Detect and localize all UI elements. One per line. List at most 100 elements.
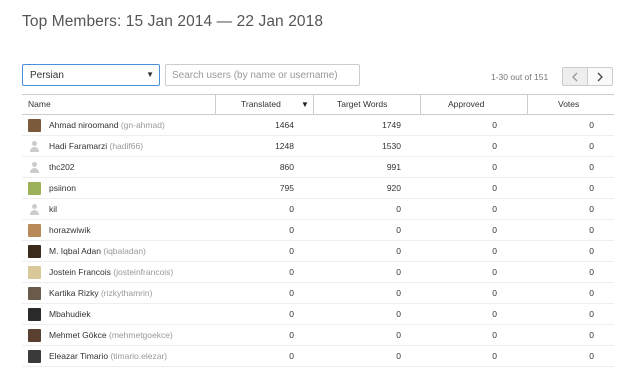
member-name[interactable]: kil — [49, 204, 57, 214]
member-name[interactable]: Mbahudiek — [49, 309, 91, 319]
votes-cell: 0 — [589, 246, 594, 256]
avatar-placeholder-icon — [28, 140, 41, 153]
member-name-cell[interactable]: thc202 — [49, 157, 75, 178]
votes-cell: 0 — [589, 162, 594, 172]
member-name[interactable]: Mehmet Gökce — [49, 330, 107, 340]
approved-cell: 0 — [492, 246, 497, 256]
chevron-right-icon — [597, 72, 603, 81]
member-name[interactable]: M. Iqbal Adan — [49, 246, 101, 256]
member-name-cell[interactable]: Hadi Faramarzi (hadif66) — [49, 136, 143, 157]
column-header-name[interactable]: Name — [28, 95, 51, 114]
avatar — [28, 350, 41, 363]
member-name-cell[interactable]: Eleazar Timario (timario.elezar) — [49, 346, 167, 367]
avatar-placeholder-icon — [28, 203, 41, 216]
member-name-cell[interactable]: Ahmad niroomand (gn-ahmad) — [49, 115, 165, 136]
approved-cell: 0 — [492, 120, 497, 130]
approved-cell: 0 — [492, 309, 497, 319]
member-name-cell[interactable]: Mehmet Gökce (mehmetgoekce) — [49, 325, 173, 346]
target-words-cell: 0 — [396, 351, 401, 361]
member-name-cell[interactable]: Jostein Francois (josteinfrancois) — [49, 262, 173, 283]
previous-page-button[interactable] — [562, 67, 588, 86]
member-name-cell[interactable]: M. Iqbal Adan (iqbaladan) — [49, 241, 146, 262]
member-name-cell[interactable]: psiinon — [49, 178, 76, 199]
translated-cell: 795 — [279, 183, 294, 193]
table-row[interactable]: Kartika Rizky (rizkythamrin) 0 0 0 0 — [22, 283, 614, 304]
approved-cell: 0 — [492, 288, 497, 298]
table-row[interactable]: kil 0 0 0 0 — [22, 199, 614, 220]
translated-cell: 1464 — [275, 120, 294, 130]
table-row[interactable]: Eleazar Timario (timario.elezar) 0 0 0 0 — [22, 346, 614, 367]
member-username: (gn-ahmad) — [120, 120, 165, 130]
votes-cell: 0 — [589, 204, 594, 214]
column-header-target-words[interactable]: Target Words — [337, 95, 387, 114]
table-row[interactable]: Hadi Faramarzi (hadif66) 1248 1530 0 0 — [22, 136, 614, 157]
approved-cell: 0 — [492, 225, 497, 235]
translated-cell: 0 — [289, 351, 294, 361]
translated-cell: 0 — [289, 288, 294, 298]
target-words-cell: 1749 — [382, 120, 401, 130]
member-name-cell[interactable]: kil — [49, 199, 57, 220]
translated-cell: 1248 — [275, 141, 294, 151]
table-row[interactable]: M. Iqbal Adan (iqbaladan) 0 0 0 0 — [22, 241, 614, 262]
votes-cell: 0 — [589, 225, 594, 235]
member-username: (iqbaladan) — [103, 246, 146, 256]
member-name-cell[interactable]: Kartika Rizky (rizkythamrin) — [49, 283, 152, 304]
column-header-approved[interactable]: Approved — [448, 95, 484, 114]
column-header-translated[interactable]: Translated — [241, 95, 281, 114]
member-name[interactable]: thc202 — [49, 162, 75, 172]
votes-cell: 0 — [589, 330, 594, 340]
translated-cell: 0 — [289, 204, 294, 214]
member-name[interactable]: horazwiwik — [49, 225, 91, 235]
next-page-button[interactable] — [587, 67, 613, 86]
target-words-cell: 0 — [396, 204, 401, 214]
table-row[interactable]: Mehmet Gökce (mehmetgoekce) 0 0 0 0 — [22, 325, 614, 346]
language-select[interactable]: Persian ▼ — [22, 64, 160, 86]
table-body: Ahmad niroomand (gn-ahmad) 1464 1749 0 0 Hadi… — [22, 115, 614, 367]
translated-cell: 0 — [289, 330, 294, 340]
search-users-input[interactable] — [165, 64, 360, 86]
target-words-cell: 920 — [386, 183, 401, 193]
votes-cell: 0 — [589, 141, 594, 151]
target-words-cell: 0 — [396, 330, 401, 340]
avatar — [28, 266, 41, 279]
avatar — [28, 287, 41, 300]
table-header: Name Translated ▼ Target Words Approved … — [22, 94, 614, 115]
avatar — [28, 119, 41, 132]
member-name[interactable]: psiinon — [49, 183, 76, 193]
members-table: Name Translated ▼ Target Words Approved … — [22, 94, 614, 367]
target-words-cell: 991 — [386, 162, 401, 172]
table-row[interactable]: Mbahudiek 0 0 0 0 — [22, 304, 614, 325]
avatar — [28, 245, 41, 258]
page-title: Top Members: 15 Jan 2014 — 22 Jan 2018 — [22, 13, 324, 30]
approved-cell: 0 — [492, 330, 497, 340]
member-name[interactable]: Eleazar Timario — [49, 351, 108, 361]
avatar — [28, 329, 41, 342]
pagination-summary: 1-30 out of 151 — [491, 72, 549, 82]
member-name-cell[interactable]: horazwiwik — [49, 220, 91, 241]
avatar-placeholder-icon — [28, 161, 41, 174]
avatar — [28, 182, 41, 195]
target-words-cell: 0 — [396, 267, 401, 277]
language-select-value: Persian — [30, 70, 64, 81]
table-row[interactable]: Ahmad niroomand (gn-ahmad) 1464 1749 0 0 — [22, 115, 614, 136]
member-name[interactable]: Kartika Rizky — [49, 288, 99, 298]
avatar — [28, 224, 41, 237]
member-name[interactable]: Jostein Francois — [49, 267, 111, 277]
approved-cell: 0 — [492, 141, 497, 151]
member-name[interactable]: Hadi Faramarzi — [49, 141, 107, 151]
table-row[interactable]: horazwiwik 0 0 0 0 — [22, 220, 614, 241]
member-name[interactable]: Ahmad niroomand — [49, 120, 118, 130]
table-row[interactable]: psiinon 795 920 0 0 — [22, 178, 614, 199]
member-username: (hadif66) — [109, 141, 144, 151]
caret-down-icon: ▼ — [146, 70, 154, 79]
approved-cell: 0 — [492, 183, 497, 193]
table-row[interactable]: thc202 860 991 0 0 — [22, 157, 614, 178]
votes-cell: 0 — [589, 309, 594, 319]
member-name-cell[interactable]: Mbahudiek — [49, 304, 91, 325]
table-row[interactable]: Jostein Francois (josteinfrancois) 0 0 0 0 — [22, 262, 614, 283]
column-header-votes[interactable]: Votes — [558, 95, 579, 114]
translated-cell: 860 — [279, 162, 294, 172]
sort-descending-icon: ▼ — [301, 100, 309, 109]
translated-cell: 0 — [289, 309, 294, 319]
votes-cell: 0 — [589, 120, 594, 130]
